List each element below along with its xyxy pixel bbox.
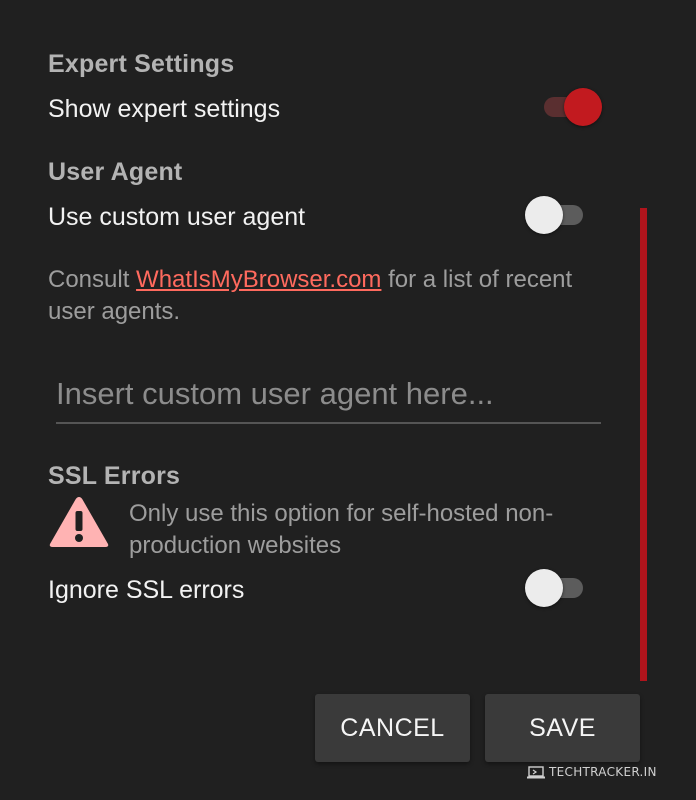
ssl-errors-title: SSL Errors: [48, 462, 181, 490]
toggle-thumb: [525, 196, 563, 234]
user-agent-description: Consult WhatIsMyBrowser.com for a list o…: [48, 264, 588, 328]
watermark: TECHTRACKER.IN: [527, 765, 657, 779]
cancel-button[interactable]: CANCEL: [315, 694, 470, 762]
save-button[interactable]: SAVE: [485, 694, 640, 762]
description-prefix: Consult: [48, 266, 137, 293]
warning-icon: [48, 495, 110, 549]
ssl-warning-text: Only use this option for self-hosted non…: [129, 500, 554, 559]
ignore-ssl-errors-label: Ignore SSL errors: [48, 576, 245, 604]
custom-user-agent-toggle[interactable]: [525, 194, 589, 234]
custom-user-agent-input[interactable]: [56, 370, 601, 418]
scrollbar[interactable]: [640, 208, 647, 681]
custom-user-agent-field[interactable]: [56, 370, 601, 424]
show-expert-settings-toggle[interactable]: [538, 86, 602, 126]
custom-user-agent-label: Use custom user agent: [48, 203, 306, 231]
ignore-ssl-errors-toggle[interactable]: [525, 567, 589, 607]
laptop-icon: [527, 765, 545, 778]
toggle-thumb: [525, 569, 563, 607]
show-expert-settings-label: Show expert settings: [48, 95, 281, 123]
whatismybrowser-link[interactable]: WhatIsMyBrowser.com: [136, 266, 381, 293]
user-agent-title: User Agent: [48, 158, 183, 186]
toggle-thumb: [564, 88, 602, 126]
expert-settings-title: Expert Settings: [48, 50, 235, 78]
watermark-text: TECHTRACKER.IN: [549, 765, 657, 779]
